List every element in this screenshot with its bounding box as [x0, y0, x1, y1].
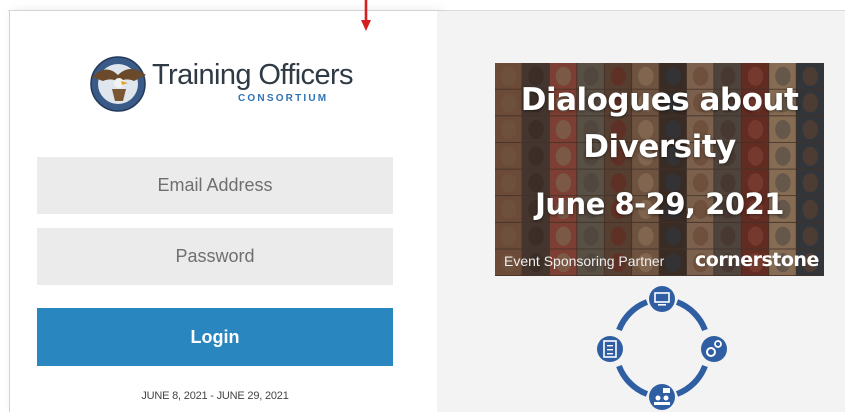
banner-sponsor-label: Event Sponsoring Partner — [504, 253, 665, 269]
cornerstone-logo: cornerstone — [695, 249, 819, 271]
logo-subtitle: CONSORTIUM — [238, 93, 329, 104]
process-cycle-diagram — [597, 286, 727, 410]
training-officers-logo: Training Officers CONSORTIUM — [88, 53, 354, 113]
gears-icon — [701, 336, 727, 362]
banner-headline-2: Diversity — [583, 129, 736, 165]
login-button[interactable]: Login — [37, 308, 393, 366]
banner-dates: June 8-29, 2021 — [535, 187, 784, 221]
people-chat-icon — [649, 384, 675, 410]
checklist-icon — [597, 336, 623, 362]
logo-title: Training Officers — [152, 59, 354, 91]
password-field[interactable] — [37, 228, 393, 285]
banner-headline-1: Dialogues about — [520, 82, 799, 118]
email-field[interactable] — [37, 157, 393, 214]
eagle-seal-icon — [90, 56, 146, 112]
event-dates: JUNE 8, 2021 - JUNE 29, 2021 — [141, 390, 289, 402]
down-arrow-icon — [361, 0, 371, 31]
computer-icon — [649, 286, 675, 312]
diversity-event-banner[interactable]: Dialogues about Diversity June 8-29, 202… — [495, 63, 824, 276]
